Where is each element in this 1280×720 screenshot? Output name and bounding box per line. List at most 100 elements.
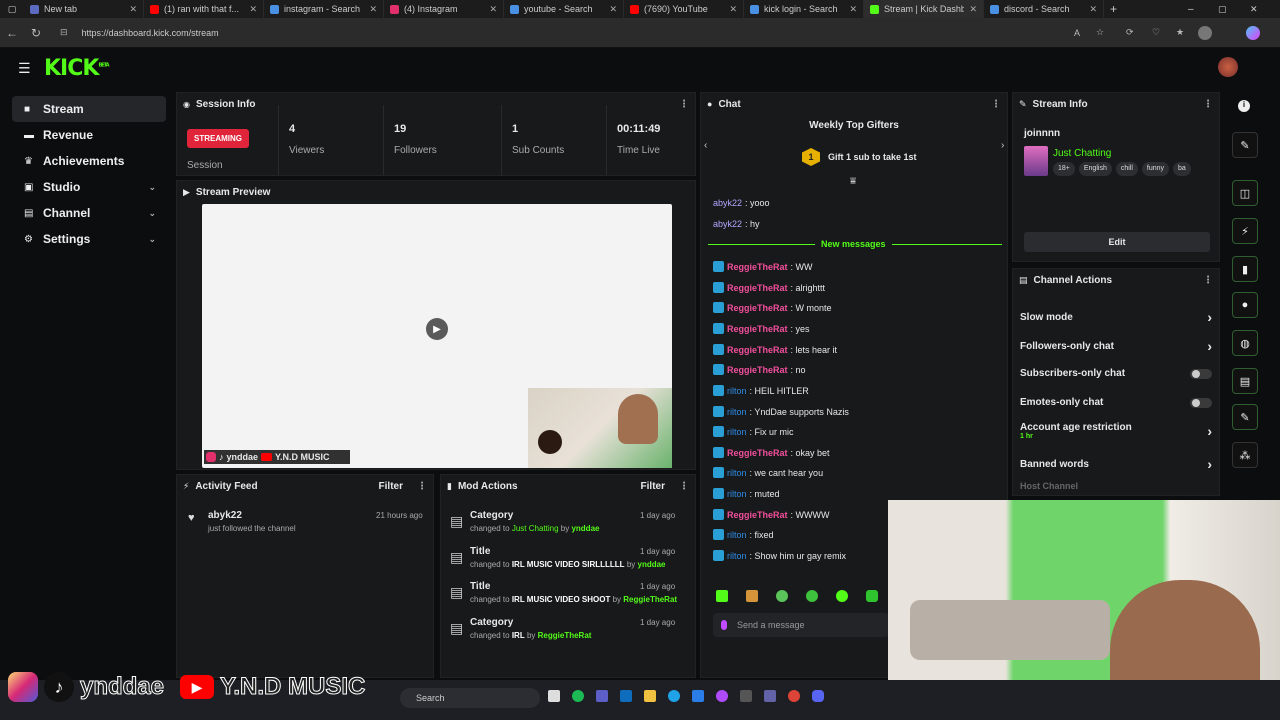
chat-username[interactable]: ReggieTheRat [727, 345, 788, 355]
mod-menu-icon[interactable]: ⋮ [679, 481, 689, 492]
activity-menu-icon[interactable]: ⋮ [417, 481, 427, 492]
taskview-icon[interactable] [548, 690, 560, 702]
browser-tab[interactable]: discord - Search ✕ [984, 0, 1104, 18]
mod-action-user[interactable]: ReggieTheRat [623, 595, 677, 604]
browser-tab[interactable]: instagram - Search ✕ [264, 0, 384, 18]
channel-actions-menu-icon[interactable]: ⋮ [1203, 275, 1213, 286]
chat-username[interactable]: rilton [727, 551, 747, 561]
stream-tag[interactable]: ba [1173, 162, 1191, 176]
copilot-icon[interactable] [1246, 25, 1260, 40]
window-menu-icon[interactable]: ▢ [0, 4, 24, 15]
message-input[interactable]: Send a message [713, 613, 889, 637]
chat-username[interactable]: rilton [727, 427, 747, 437]
chat-username[interactable]: rilton [727, 407, 747, 417]
discord-icon[interactable] [812, 690, 824, 702]
gift-text[interactable]: Gift 1 sub to take 1st [828, 152, 917, 162]
chevron-down-icon[interactable]: ⌄ [148, 234, 156, 245]
calculator-icon[interactable] [740, 690, 752, 702]
chat-username[interactable]: ReggieTheRat [727, 365, 788, 375]
chat-menu-icon[interactable]: ⋮ [991, 99, 1001, 110]
kick-emote-icon[interactable] [716, 590, 728, 602]
taskbar-search[interactable]: Search [400, 688, 540, 708]
edit-button[interactable]: Edit [1024, 232, 1210, 252]
channel-action-host-channel[interactable]: Host Channel [1020, 481, 1212, 491]
toggle-switch[interactable] [1190, 368, 1212, 379]
browser-tab[interactable]: New tab ✕ [24, 0, 144, 18]
badge-emote-icon[interactable] [836, 590, 848, 602]
stream-tag[interactable]: chill [1115, 162, 1138, 176]
extensions-icon[interactable]: ⟳ [1126, 27, 1134, 38]
rail-icon-4[interactable]: ● [1232, 292, 1258, 318]
chat-username[interactable]: ReggieTheRat [727, 303, 788, 313]
kick-logo[interactable]: KICKBETA [44, 56, 110, 81]
tab-close-icon[interactable]: ✕ [849, 4, 857, 15]
channel-action-slow-mode[interactable]: Slow mode › [1020, 309, 1212, 325]
edge-icon[interactable] [668, 690, 680, 702]
gifters-next-icon[interactable]: › [1001, 140, 1004, 151]
outlook-icon[interactable] [620, 690, 632, 702]
chrome-icon[interactable] [788, 690, 800, 702]
minimize-icon[interactable]: – [1188, 4, 1194, 15]
chat-username[interactable]: rilton [727, 468, 747, 478]
tab-close-icon[interactable]: ✕ [129, 4, 137, 15]
rail-icon-8[interactable]: ⁂ [1232, 442, 1258, 468]
activity-filter-button[interactable]: Filter [379, 481, 403, 492]
favorites-bar-icon[interactable]: ★ [1176, 27, 1184, 38]
stream-info-menu-icon[interactable]: ⋮ [1203, 99, 1213, 110]
mod-action-user[interactable]: ynddae [638, 560, 666, 569]
mic-icon[interactable] [721, 620, 727, 630]
chevron-right-icon[interactable]: › [1207, 456, 1212, 472]
sidebar-item-settings[interactable]: ⚙ Settings ⌄ [12, 226, 166, 252]
browser-tab[interactable]: (1) ran with that f... ✕ [144, 0, 264, 18]
play-icon[interactable]: ▶ [426, 318, 448, 340]
sidebar-item-channel[interactable]: ▤ Channel ⌄ [12, 200, 166, 226]
chevron-right-icon[interactable]: › [1207, 423, 1212, 439]
site-info-icon[interactable]: ⊟ [60, 27, 68, 38]
tab-close-icon[interactable]: ✕ [969, 4, 977, 15]
url-input[interactable]: https://dashboard.kick.com/stream [82, 28, 219, 38]
browser-tab[interactable]: (7690) YouTube ✕ [624, 0, 744, 18]
tab-close-icon[interactable]: ✕ [369, 4, 377, 15]
chat-username[interactable]: ReggieTheRat [727, 448, 788, 458]
edit-rail-icon[interactable]: ✎ [1232, 132, 1258, 158]
close-window-icon[interactable]: ✕ [1250, 4, 1258, 15]
rail-icon-7[interactable]: ✎ [1232, 404, 1258, 430]
favorite-icon[interactable]: ☆ [1096, 27, 1104, 38]
sidebar-item-achievements[interactable]: ♛ Achievements [12, 148, 166, 174]
rail-icon-5[interactable]: ◍ [1232, 330, 1258, 356]
chat-username[interactable]: ReggieTheRat [727, 283, 788, 293]
folder-icon[interactable] [644, 690, 656, 702]
tab-close-icon[interactable]: ✕ [1089, 4, 1097, 15]
chat-username[interactable]: rilton [727, 386, 747, 396]
browser-tab[interactable]: youtube - Search ✕ [504, 0, 624, 18]
rail-icon-3[interactable]: ▮ [1232, 256, 1258, 282]
gifters-prev-icon[interactable]: ‹ [704, 140, 707, 151]
chat-username[interactable]: abyk22 [713, 219, 742, 229]
tab-close-icon[interactable]: ✕ [249, 4, 257, 15]
chat-username[interactable]: ReggieTheRat [727, 262, 788, 272]
chat-username[interactable]: rilton [727, 530, 747, 540]
channel-action-followers-only-chat[interactable]: Followers-only chat › [1020, 338, 1212, 354]
maximize-icon[interactable]: ▢ [1218, 4, 1227, 15]
stream-tag[interactable]: English [1078, 162, 1112, 176]
back-icon[interactable]: ← [0, 26, 24, 40]
chat-username[interactable]: ReggieTheRat [727, 324, 788, 334]
chat-username[interactable]: ReggieTheRat [727, 510, 788, 520]
browser-tab[interactable]: (4) Instagram ✕ [384, 0, 504, 18]
chevron-right-icon[interactable]: › [1207, 338, 1212, 354]
channel-action-emotes-only-chat[interactable]: Emotes-only chat [1020, 397, 1212, 408]
stream-tag[interactable]: 18+ [1053, 162, 1075, 176]
toggle-switch[interactable] [1190, 397, 1212, 408]
mod-action-user[interactable]: ynddae [571, 524, 599, 533]
hamburger-icon[interactable]: ☰ [18, 60, 32, 77]
mod-action-user[interactable]: ReggieTheRat [538, 631, 592, 640]
xbox-icon[interactable] [572, 690, 584, 702]
channel-action-subscribers-only-chat[interactable]: Subscribers-only chat [1020, 368, 1212, 379]
tab-close-icon[interactable]: ✕ [609, 4, 617, 15]
sidebar-item-studio[interactable]: ▣ Studio ⌄ [12, 174, 166, 200]
chat-username[interactable]: rilton [727, 489, 747, 499]
pin-icon[interactable]: ⩸ [850, 176, 856, 187]
browser-tab[interactable]: Stream | Kick Dashboard ✕ [864, 0, 984, 18]
activity-user[interactable]: abyk22 [208, 510, 242, 521]
stream-tag[interactable]: funny [1141, 162, 1170, 176]
